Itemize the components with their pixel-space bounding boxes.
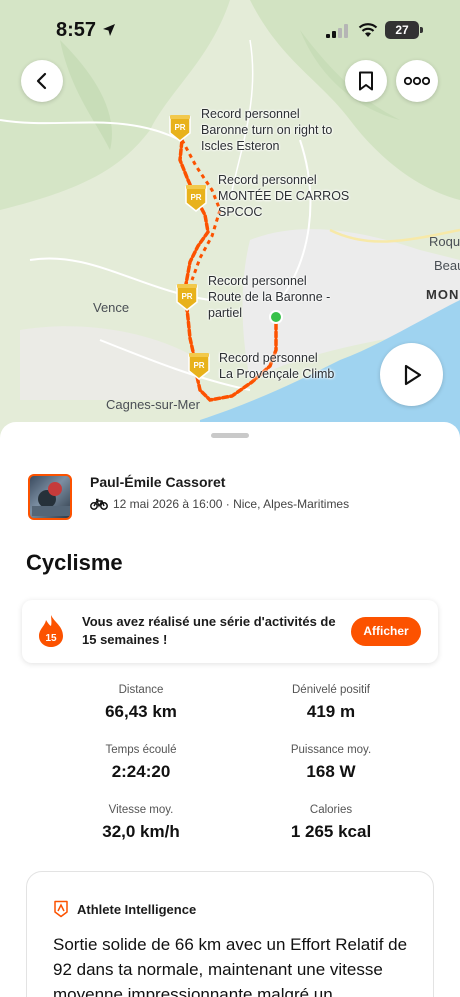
back-button[interactable] [21,60,63,102]
battery-icon: 27 [385,21,423,39]
chevron-left-icon [36,72,47,90]
activity-title: Cyclisme [26,550,123,575]
svg-text:PR: PR [181,292,192,301]
flame-streak-icon: 15 [39,615,63,647]
athlete-intelligence-title: Athlete Intelligence [77,901,197,917]
athlete-intelligence-header: Athlete Intelligence [53,900,196,918]
athlete-name[interactable]: Paul-Émile Cassoret [90,474,225,490]
streak-message: Vous avez réalisé une série d'activités … [82,614,336,647]
wifi-icon [358,23,378,37]
stat-avg-speed: Vitesse moy. 32,0 km/h [102,804,180,841]
athlete-intelligence-summary: Sortie solide de 66 km avec un Effort Re… [53,935,408,997]
athlete-intelligence-icon [54,900,68,918]
pr-badge-icon[interactable]: PR [187,351,211,381]
map-label-roque: Roqu [429,234,460,249]
sheet-grabber[interactable] [211,433,249,438]
route-map[interactable]: Vence Cagnes-sur-Mer Roqu Beau MON PR Re… [0,0,460,440]
play-icon [404,364,421,385]
status-time: 8:57 [56,19,97,41]
pr-label-3: Record personnel Route de la Baronne - par… [208,274,331,320]
stat-distance: Distance 66,43 km [105,684,177,721]
stat-calories: Calories 1 265 kcal [290,804,372,841]
status-bar: 8:57 27 [0,0,460,56]
pr-label-1: Record personnel Baronne turn on right to… [201,107,333,153]
streak-card[interactable]: 15 Vous avez réalisé une série d'activit… [22,600,438,663]
pr-label-2: Record personnel MONTÉE DE CARROS SPCOC [218,173,350,219]
map-label-monaco: MON [426,287,460,302]
flyover-play-button[interactable] [380,343,443,406]
svg-text:PR: PR [190,193,201,202]
more-options-button[interactable] [396,60,438,102]
stat-avg-power: Puissance moy. 168 W [290,744,372,781]
svg-text:15: 15 [45,633,57,644]
pr-badge-icon[interactable]: PR [175,282,199,312]
location-arrow-icon [103,24,115,36]
map-label-beau: Beau [434,258,460,273]
activity-sheet: Paul-Émile Cassoret 12 mai 2026 à 16:00 … [0,422,460,997]
pr-badge-icon[interactable]: PR [168,113,192,143]
svg-text:PR: PR [174,123,185,132]
save-route-button[interactable] [345,60,387,102]
map-label-vence: Vence [93,300,130,315]
avatar[interactable] [28,474,72,520]
athlete-intelligence-card[interactable]: Athlete Intelligence Sortie solide de 66… [26,871,434,997]
show-streak-button[interactable]: Afficher [351,617,421,646]
cell-signal-icon [326,24,348,38]
more-dots-icon [404,76,430,86]
athlete-header[interactable]: Paul-Émile Cassoret 12 mai 2026 à 16:00 … [28,472,448,522]
pr-badge-icon[interactable]: PR [184,183,208,213]
stat-elapsed-time: Temps écoulé 2:24:20 [105,744,177,781]
bike-icon [90,498,108,510]
pr-label-4: Record personnel La Provençale Climb [219,351,335,381]
activity-meta: 12 mai 2026 à 16:00 · Nice, Alpes-Mariti… [90,497,349,511]
svg-text:PR: PR [193,361,204,370]
activity-date-location: 12 mai 2026 à 16:00 · Nice, Alpes-Mariti… [113,497,350,511]
stat-elevation: Dénivelé positif 419 m [292,684,370,721]
bookmark-icon [359,71,373,91]
map-label-cagnes: Cagnes-sur-Mer [106,397,200,412]
